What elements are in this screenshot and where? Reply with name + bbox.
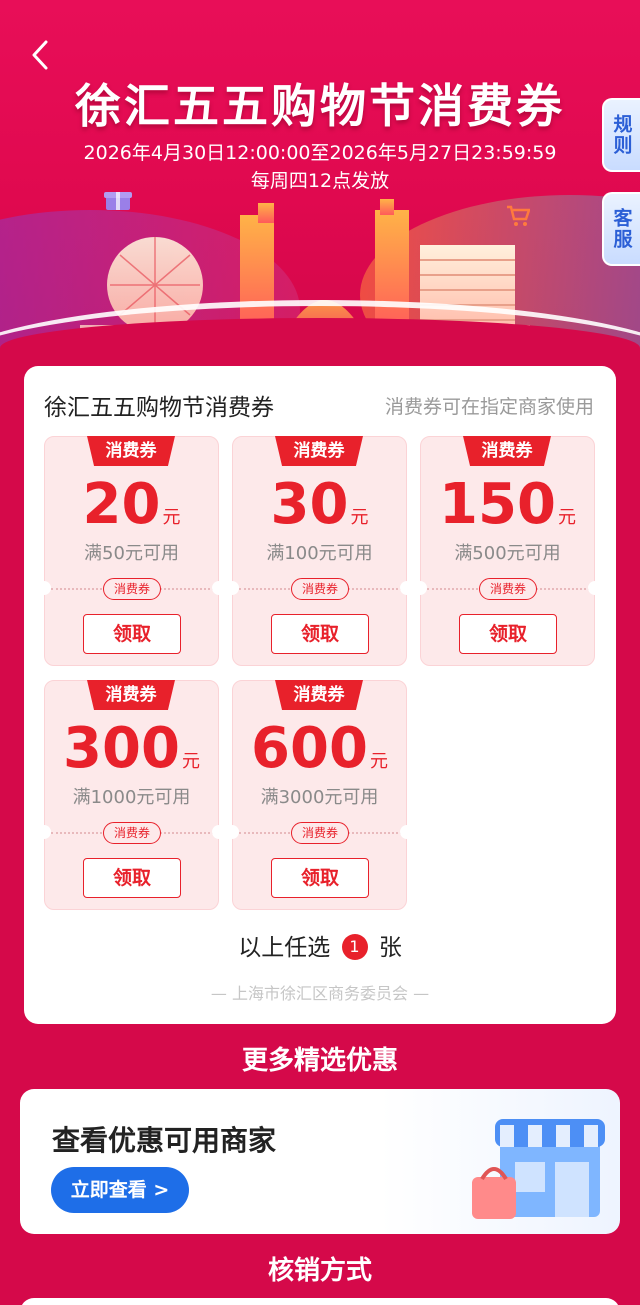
claim-button[interactable]: 领取 (83, 614, 181, 654)
coupon-condition: 满3000元可用 (260, 787, 379, 808)
claim-button[interactable]: 领取 (271, 858, 369, 898)
coupon-notch (400, 825, 414, 839)
coupon-notch (400, 581, 414, 595)
pick-limit-text: 以上任选 1 张 (238, 934, 402, 961)
currency-unit: 元 (369, 751, 388, 772)
claim-button[interactable]: 领取 (459, 614, 557, 654)
merchant-promo-title: 查看优惠可用商家 (52, 1124, 277, 1157)
coupon-notch (212, 581, 226, 595)
coupon-amount: 150 元 (439, 472, 576, 537)
back-arrow-icon[interactable] (28, 38, 54, 72)
coupon-card: 消费券 30 元 满100元可用 消费券 领取 (225, 436, 414, 666)
coupon-condition: 满1000元可用 (72, 787, 191, 808)
view-now-button[interactable]: 立即查看 > (51, 1167, 189, 1213)
coupon-mini-tag: 消费券 (103, 578, 161, 600)
customer-service-tab[interactable]: 客服 (602, 192, 640, 266)
pick-count-badge: 1 (341, 934, 368, 960)
currency-unit: 元 (162, 507, 181, 528)
rules-tab[interactable]: 规则 (602, 98, 640, 172)
claim-button[interactable]: 领取 (271, 614, 369, 654)
coupon-notch (37, 825, 51, 839)
event-date-range: 2026年4月30日12:00:00至2026年5月27日23:59:59 (83, 142, 557, 164)
coupon-panel: 徐汇五五购物节消费券 消费券可在指定商家使用 消费券 20 元 满50元可用 消费… (24, 366, 616, 1024)
hero-banner: 徐汇五五购物节消费券 2026年4月30日12:00:00至2026年5月27日… (0, 0, 640, 360)
coupon-card: 消费券 150 元 满500元可用 消费券 领取 (413, 436, 602, 666)
coupon-amount: 300 元 (63, 716, 200, 781)
coupon-amount: 30 元 (270, 472, 369, 537)
storefront-icon (472, 1119, 605, 1219)
coupon-tag: 消费券 (463, 436, 551, 466)
coupon-panel-note: 消费券可在指定商家使用 (384, 396, 594, 418)
currency-unit: 元 (181, 751, 200, 772)
page-title: 徐汇五五购物节消费券 (75, 79, 565, 133)
currency-unit: 元 (557, 507, 576, 528)
coupon-mini-tag: 消费券 (479, 578, 537, 600)
coupon-card: 消费券 20 元 满50元可用 消费券 领取 (37, 436, 226, 666)
coupon-condition: 满500元可用 (454, 543, 561, 564)
coupon-mini-tag: 消费券 (103, 822, 161, 844)
currency-unit: 元 (350, 507, 369, 528)
coupon-tag: 消费券 (87, 436, 175, 466)
release-schedule: 每周四12点发放 (250, 170, 390, 192)
coupon-mini-tag: 消费券 (291, 578, 349, 600)
coupon-amount: 600 元 (251, 716, 388, 781)
claim-button[interactable]: 领取 (83, 858, 181, 898)
coupon-notch (37, 581, 51, 595)
coupon-notch (212, 825, 226, 839)
coupon-condition: 满100元可用 (266, 543, 373, 564)
coupon-card: 消费券 600 元 满3000元可用 消费券 领取 (225, 680, 414, 910)
coupon-tag: 消费券 (87, 680, 175, 710)
coupon-notch (413, 581, 427, 595)
more-offers-title: 更多精选优惠 (241, 1046, 398, 1076)
coupon-panel-title: 徐汇五五购物节消费券 (44, 395, 274, 421)
issuer-text: — 上海市徐汇区商务委员会 — (210, 984, 430, 1003)
coupon-tag: 消费券 (275, 436, 363, 466)
redeem-method-title: 核销方式 (267, 1256, 372, 1286)
coupon-notch (225, 581, 239, 595)
coupon-notch (225, 825, 239, 839)
coupon-card: 消费券 300 元 满1000元可用 消费券 领取 (37, 680, 226, 910)
coupon-amount: 20 元 (82, 472, 181, 537)
redeem-method-card (20, 1298, 620, 1305)
shopping-cart-icon (507, 205, 530, 226)
merchant-promo-card[interactable]: 查看优惠可用商家 立即查看 > (20, 1089, 620, 1234)
coupon-tag: 消费券 (275, 680, 363, 710)
coupon-mini-tag: 消费券 (291, 822, 349, 844)
coupon-notch (588, 581, 602, 595)
coupon-condition: 满50元可用 (84, 543, 179, 564)
